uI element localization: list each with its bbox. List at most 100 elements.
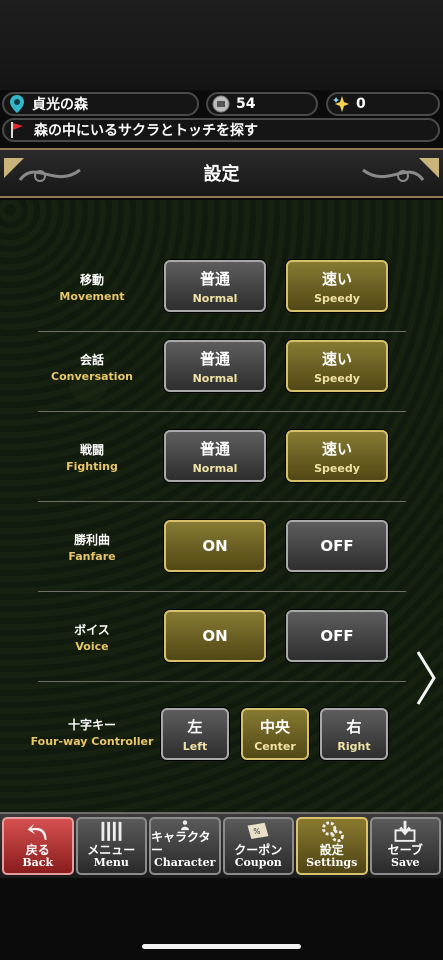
coupon-icon: % — [247, 822, 269, 839]
setting-label-en: Conversation — [51, 370, 133, 383]
button-label: OFF — [320, 627, 354, 645]
setting-label: 戦闘 Fighting — [38, 412, 146, 502]
setting-row-controller: 十字キー Four-way Controller 左 Left 中央 Cente… — [31, 682, 406, 782]
tab-label-en: Save — [391, 855, 420, 869]
home-indicator[interactable] — [142, 944, 301, 949]
button-label-jp: 中央 — [259, 717, 290, 736]
svg-text:%: % — [253, 827, 260, 836]
button-label-jp: 普通 — [199, 269, 230, 288]
gear-icon — [321, 821, 344, 843]
coupon-tab[interactable]: % クーポン Coupon — [222, 817, 294, 875]
setting-label-jp: ボイス — [74, 623, 110, 637]
button-label-jp: 普通 — [199, 349, 230, 368]
settings-tab[interactable]: 設定 Settings — [296, 817, 368, 875]
location-pin-icon — [8, 95, 26, 113]
tab-label-en: Coupon — [234, 855, 282, 869]
setting-row-fanfare: 勝利曲 Fanfare ON OFF — [38, 502, 406, 592]
coin-pill: 54 — [206, 92, 318, 116]
setting-label-en: Four-way Controller — [30, 735, 154, 748]
gem-pill: 0 — [326, 92, 440, 116]
button-label-jp: 右 — [346, 717, 362, 736]
tab-label-jp: クーポン — [234, 842, 283, 857]
save-tab[interactable]: セーブ Save — [369, 817, 441, 875]
button-label-en: Speedy — [314, 371, 360, 385]
controller-center-button[interactable]: 中央 Center — [241, 708, 309, 760]
button-label-en: Center — [254, 739, 296, 753]
voice-off-button[interactable]: OFF — [286, 610, 388, 662]
button-label: ON — [202, 627, 228, 645]
location-name: 貞光の森 — [32, 97, 88, 113]
setting-label-en: Fanfare — [68, 550, 116, 563]
setting-label-en: Fighting — [66, 460, 118, 473]
fanfare-on-button[interactable]: ON — [164, 520, 266, 572]
controller-left-button[interactable]: 左 Left — [161, 708, 229, 760]
location-pill: 貞光の森 — [2, 92, 199, 116]
button-label-en: Speedy — [314, 461, 360, 475]
bottom-nav: 戻る Back メニュー Menu キャラクター Character % クーポ… — [0, 812, 443, 878]
button-label-jp: 左 — [187, 717, 203, 736]
flag-icon — [10, 121, 28, 139]
button-label: OFF — [320, 537, 354, 555]
title-bar: 設定 — [0, 148, 443, 198]
save-icon — [394, 820, 416, 842]
setting-label: 勝利曲 Fanfare — [38, 502, 146, 592]
character-icon — [180, 820, 189, 831]
ornament-right-icon — [362, 158, 439, 182]
menu-tab[interactable]: メニュー Menu — [75, 817, 147, 875]
tab-label-en: Character — [154, 855, 216, 869]
button-label-jp: 速い — [321, 269, 352, 288]
next-page-arrow-icon[interactable] — [415, 648, 437, 708]
tab-label-jp: メニュー — [87, 842, 136, 857]
setting-label-jp: 会話 — [79, 353, 104, 367]
button-label-en: Normal — [192, 371, 238, 385]
tab-label-en: Menu — [93, 855, 129, 869]
tab-label-jp: 戻る — [25, 842, 50, 857]
coin-icon — [212, 95, 230, 113]
setting-label-jp: 十字キー — [67, 718, 116, 732]
setting-label-en: Voice — [75, 640, 109, 653]
button-label: ON — [202, 537, 228, 555]
quest-bar[interactable]: 森の中にいるサクラとトッチを探す — [2, 118, 440, 142]
button-label-en: Left — [182, 739, 208, 753]
setting-label-jp: 移動 — [79, 273, 104, 287]
tab-label-jp: セーブ — [387, 842, 423, 857]
setting-label: 会話 Conversation — [38, 322, 146, 412]
quest-text: 森の中にいるサクラとトッチを探す — [34, 123, 258, 139]
back-arrow-icon — [27, 823, 47, 840]
tab-label-jp: 設定 — [319, 842, 344, 857]
conversation-speedy-button[interactable]: 速い Speedy — [286, 340, 388, 392]
coin-count: 54 — [236, 96, 256, 112]
menu-icon — [101, 821, 122, 841]
setting-label-en: Movement — [59, 290, 125, 303]
button-label-jp: 速い — [321, 349, 352, 368]
gem-count: 0 — [356, 96, 366, 112]
tab-label-jp: キャラクター — [151, 829, 211, 857]
button-label-en: Normal — [192, 291, 238, 305]
button-label-en: Right — [337, 739, 371, 753]
controller-right-button[interactable]: 右 Right — [320, 708, 388, 760]
sparkle-icon — [332, 95, 350, 113]
movement-speedy-button[interactable]: 速い Speedy — [286, 260, 388, 312]
fighting-normal-button[interactable]: 普通 Normal — [164, 430, 266, 482]
page-title: 設定 — [203, 164, 240, 185]
button-label-en: Normal — [192, 461, 238, 475]
setting-label-jp: 勝利曲 — [73, 533, 110, 547]
character-tab[interactable]: キャラクター Character — [149, 817, 221, 875]
setting-label: 十字キー Four-way Controller — [31, 682, 154, 782]
setting-label: ボイス Voice — [38, 592, 146, 682]
setting-row-conversation: 会話 Conversation 普通 Normal 速い Speedy — [38, 322, 406, 412]
movement-normal-button[interactable]: 普通 Normal — [164, 260, 266, 312]
settings-panel: 移動 Movement 普通 Normal 速い Speedy 会話 Conve… — [0, 200, 443, 812]
setting-row-movement: 移動 Movement 普通 Normal 速い Speedy — [38, 242, 406, 332]
ornament-left-icon — [4, 158, 81, 182]
conversation-normal-button[interactable]: 普通 Normal — [164, 340, 266, 392]
button-label-en: Speedy — [314, 291, 360, 305]
tab-label-en: Settings — [306, 855, 358, 869]
tab-label-en: Back — [22, 855, 54, 869]
back-tab[interactable]: 戻る Back — [2, 817, 74, 875]
fanfare-off-button[interactable]: OFF — [286, 520, 388, 572]
setting-row-voice: ボイス Voice ON OFF — [38, 592, 406, 682]
setting-label: 移動 Movement — [38, 242, 146, 332]
voice-on-button[interactable]: ON — [164, 610, 266, 662]
fighting-speedy-button[interactable]: 速い Speedy — [286, 430, 388, 482]
